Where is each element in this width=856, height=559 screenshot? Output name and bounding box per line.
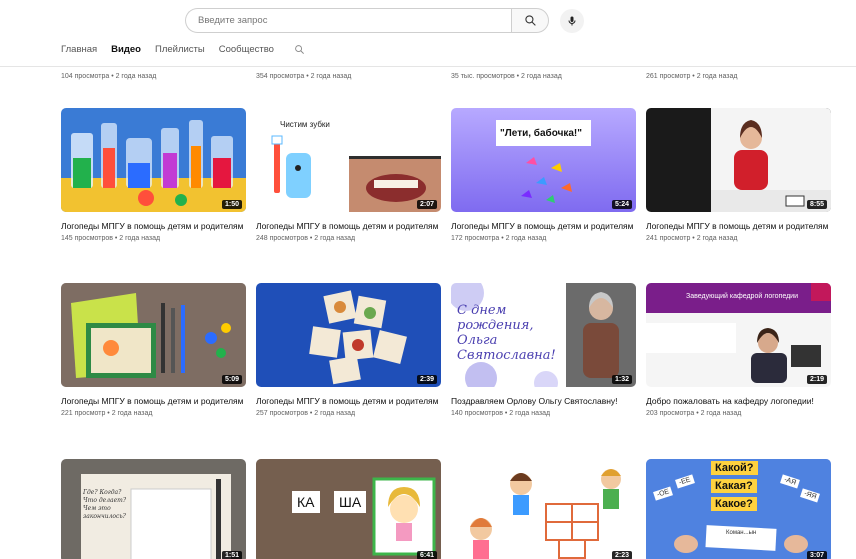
video-thumbnail[interactable]: Заведующий кафедрой логопедии 2:19 <box>646 283 831 387</box>
video-meta: 221 просмотр • 2 года назад <box>61 410 153 417</box>
tab-community[interactable]: Сообщество <box>219 44 274 55</box>
video-meta: 241 просмотр • 2 года назад <box>646 235 738 242</box>
search-icon <box>524 15 536 26</box>
video-card[interactable]: КА ША 6:41 <box>256 459 441 559</box>
video-meta: 172 просмотра • 2 года назад <box>451 235 547 242</box>
video-duration: 2:19 <box>806 375 827 384</box>
video-title[interactable]: Логопеды МПГУ в помощь детям и родителям <box>451 220 636 232</box>
video-thumbnail[interactable]: КА ША 6:41 <box>256 459 441 559</box>
header-divider <box>0 66 856 67</box>
video-meta: 35 тыс. просмотров • 2 года назад <box>451 73 562 80</box>
word-card: Какое? <box>711 497 757 511</box>
voice-search-button[interactable] <box>560 8 584 33</box>
video-thumbnail[interactable]: С днем рождения, Ольга Святославна! 1:32 <box>451 283 636 387</box>
search-bar <box>185 8 584 33</box>
video-duration: 2:23 <box>611 551 632 559</box>
video-title[interactable]: Логопеды МПГУ в помощь детям и родителям <box>256 220 441 232</box>
video-card[interactable]: Где? Когда? Что делает? Чем это закончил… <box>61 459 246 559</box>
video-card[interactable]: 2:23 <box>451 459 636 559</box>
video-meta: 261 просмотр • 2 года назад <box>646 73 738 80</box>
video-duration: 2:07 <box>416 200 437 209</box>
search-input[interactable] <box>185 8 511 33</box>
video-meta: 248 просмотров • 2 года назад <box>256 235 356 242</box>
tab-home[interactable]: Главная <box>61 44 97 55</box>
video-duration: 1:51 <box>221 551 242 559</box>
video-duration: 5:09 <box>221 375 242 384</box>
syllable-card: ША <box>334 491 367 513</box>
video-thumbnail[interactable]: Где? Когда? Что делает? Чем это закончил… <box>61 459 246 559</box>
video-duration: 6:41 <box>416 551 437 559</box>
tab-videos[interactable]: Видео <box>111 44 141 55</box>
video-thumbnail[interactable]: "Лети, бабочка!" 5:24 <box>451 108 636 212</box>
video-meta: 104 просмотра • 2 года назад <box>61 73 157 80</box>
video-title[interactable]: Логопеды МПГУ в помощь детям и родителям <box>61 395 246 407</box>
video-thumbnail[interactable]: 8:55 <box>646 108 831 212</box>
video-title[interactable]: Поздравляем Орлову Ольгу Святославну! <box>451 395 636 407</box>
video-meta: 354 просмотра • 2 года назад <box>256 73 352 80</box>
video-card[interactable]: Какой? Какая? Какое? -ОЕ -ЕЕ -АЯ -ЯЯ Ком… <box>646 459 831 559</box>
thumbnail-caption: Заведующий кафедрой логопедии <box>686 293 798 300</box>
video-meta: 257 просмотров • 2 года назад <box>256 410 356 417</box>
partial-row: 104 просмотра • 2 года назад 354 просмот… <box>0 73 856 83</box>
video-card[interactable]: "Лети, бабочка!" 5:24 Логопеды МПГУ в по… <box>451 108 636 242</box>
word-card: Какой? <box>711 461 758 475</box>
video-card[interactable]: 2:39 Логопеды МПГУ в помощь детям и роди… <box>256 283 441 417</box>
video-card[interactable]: 5:09 Логопеды МПГУ в помощь детям и роди… <box>61 283 246 417</box>
video-card[interactable]: 1:50 Логопеды МПГУ в помощь детям и роди… <box>61 108 246 242</box>
thumbnail-caption: С днем рождения, Ольга Святославна! <box>457 303 556 363</box>
video-thumbnail[interactable]: 1:50 <box>61 108 246 212</box>
video-card[interactable]: С днем рождения, Ольга Святославна! 1:32… <box>451 283 636 417</box>
video-meta: 140 просмотров • 2 года назад <box>451 410 551 417</box>
video-title[interactable]: Логопеды МПГУ в помощь детям и родителям <box>256 395 441 407</box>
video-card[interactable]: Чистим зубки 2:07 Логопеды МПГУ в помощь… <box>256 108 441 242</box>
channel-search-button[interactable] <box>294 44 305 55</box>
syllable-card: КА <box>292 491 320 513</box>
word-card: Какая? <box>711 479 757 493</box>
video-card[interactable]: Заведующий кафедрой логопедии 2:19 Добро… <box>646 283 831 417</box>
microphone-icon <box>568 16 576 25</box>
video-meta: 203 просмотра • 2 года назад <box>646 410 742 417</box>
tab-playlists[interactable]: Плейлисты <box>155 44 205 55</box>
video-thumbnail[interactable]: 2:23 <box>451 459 636 559</box>
video-title[interactable]: Логопеды МПГУ в помощь детям и родителям <box>646 220 831 232</box>
thumbnail-caption: Коман...ын <box>726 530 757 536</box>
search-button[interactable] <box>511 8 549 33</box>
video-thumbnail[interactable]: 5:09 <box>61 283 246 387</box>
search-icon <box>295 45 304 54</box>
thumbnail-caption: Чистим зубки <box>280 120 330 129</box>
video-duration: 2:39 <box>416 375 437 384</box>
video-duration: 8:55 <box>806 200 827 209</box>
video-thumbnail[interactable]: 2:39 <box>256 283 441 387</box>
video-thumbnail[interactable]: Чистим зубки 2:07 <box>256 108 441 212</box>
video-duration: 1:50 <box>221 200 242 209</box>
video-title[interactable]: Добро пожаловать на кафедру логопедии! <box>646 395 831 407</box>
thumbnail-caption: Где? Когда? Что делает? Чем это закончил… <box>83 489 127 520</box>
video-title[interactable]: Логопеды МПГУ в помощь детям и родителям <box>61 220 246 232</box>
video-duration: 3:07 <box>806 551 827 559</box>
video-duration: 5:24 <box>611 200 632 209</box>
video-meta: 145 просмотров • 2 года назад <box>61 235 161 242</box>
channel-tabs: Главная Видео Плейлисты Сообщество <box>61 44 305 55</box>
thumbnail-caption: "Лети, бабочка!" <box>500 128 583 139</box>
video-duration: 1:32 <box>611 375 632 384</box>
video-card[interactable]: 8:55 Логопеды МПГУ в помощь детям и роди… <box>646 108 831 242</box>
video-thumbnail[interactable]: Какой? Какая? Какое? -ОЕ -ЕЕ -АЯ -ЯЯ Ком… <box>646 459 831 559</box>
